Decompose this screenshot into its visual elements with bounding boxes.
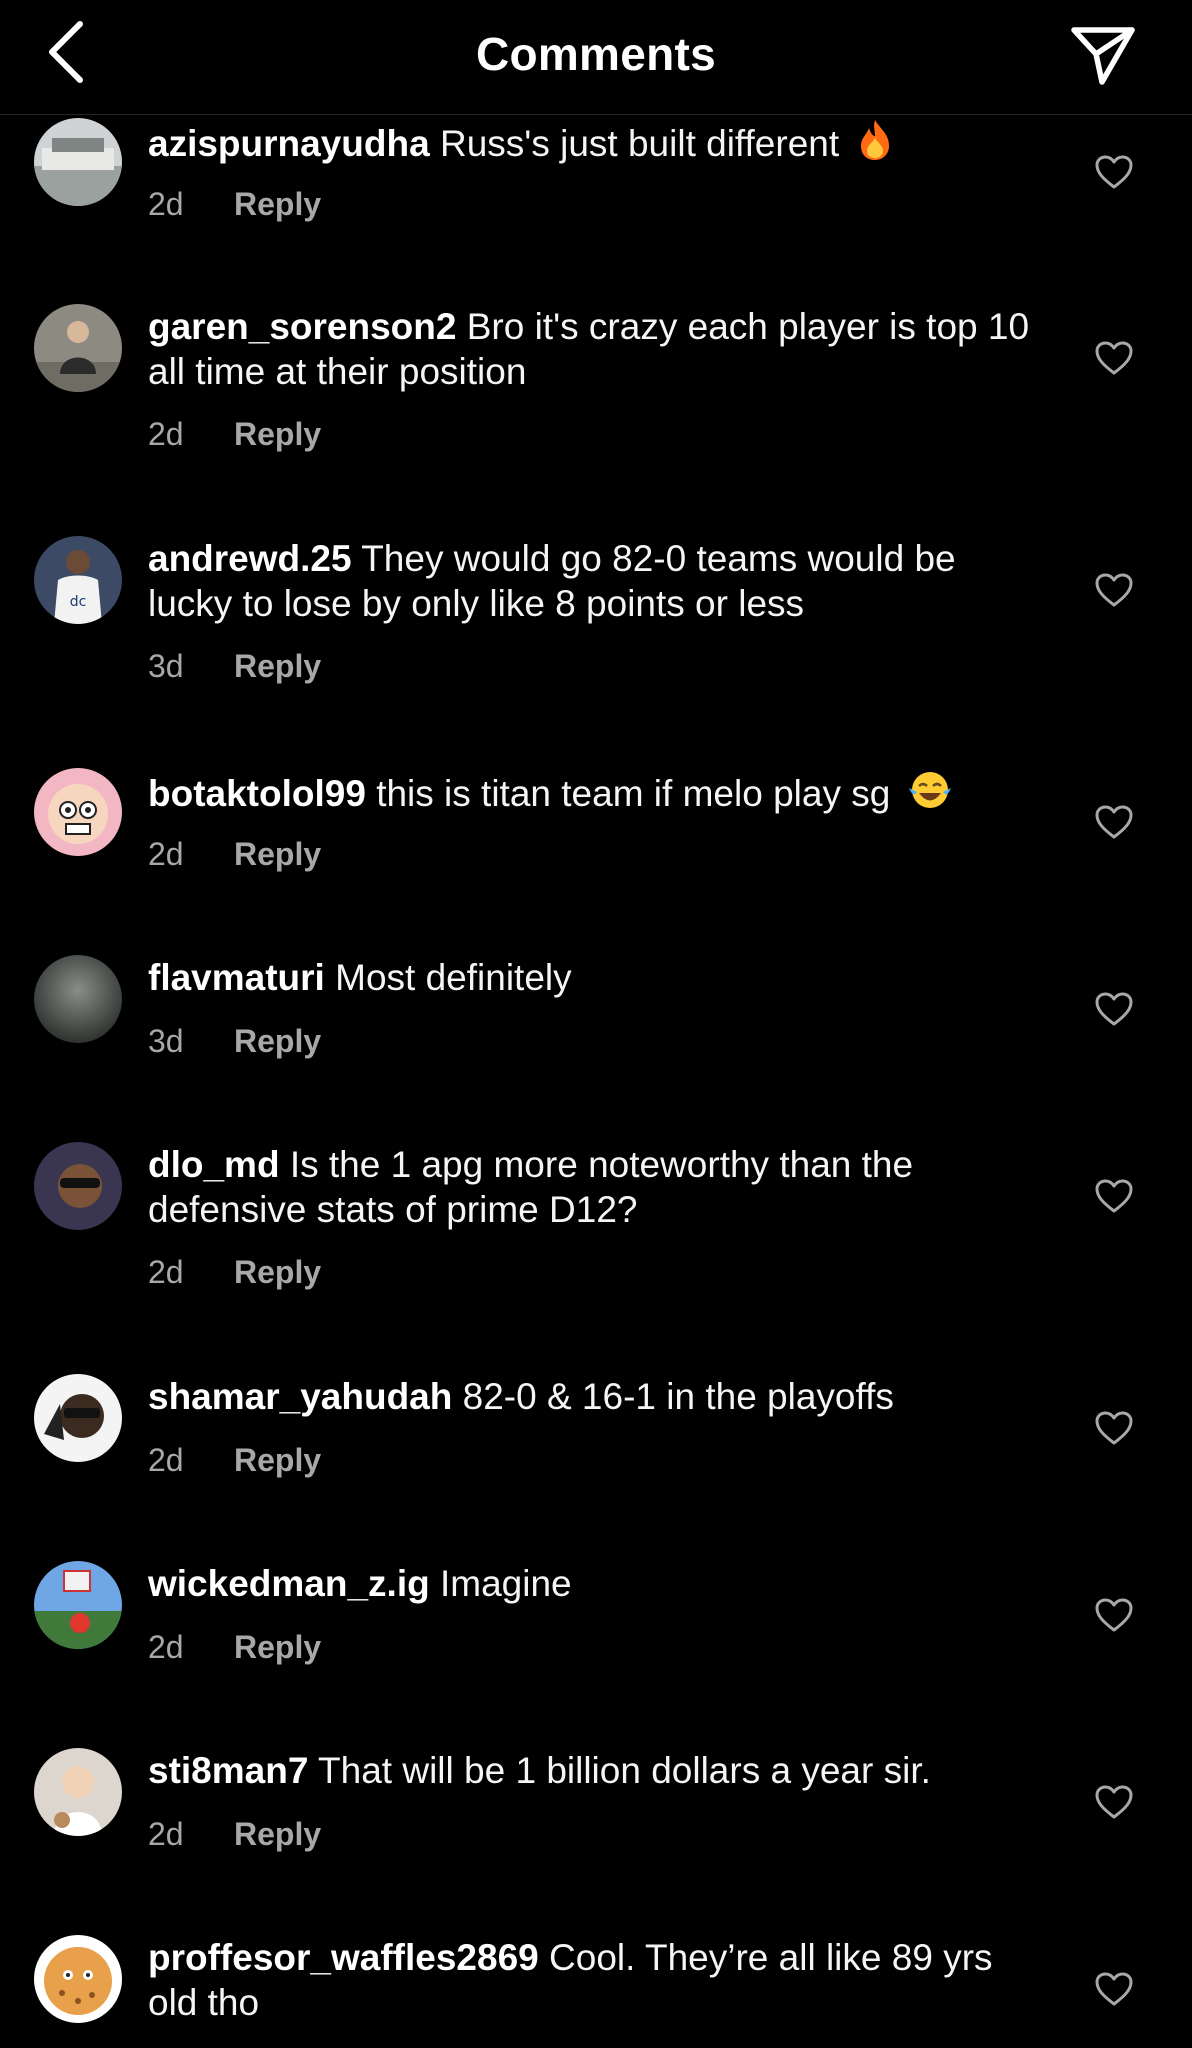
comment-timestamp: 3d xyxy=(148,1023,184,1059)
comment-body: this is titan team if melo play sg xyxy=(376,773,891,814)
comment-meta: 3d Reply xyxy=(148,646,321,686)
paper-plane-icon xyxy=(1071,27,1135,85)
comment-username[interactable]: flavmaturi xyxy=(148,957,325,998)
comment-meta: 2d Reply xyxy=(148,1252,321,1292)
like-button[interactable] xyxy=(1094,1597,1134,1633)
heart-outline-icon xyxy=(1095,155,1133,189)
comment-body: That will be 1 billion dollars a year si… xyxy=(318,1750,931,1791)
avatar[interactable] xyxy=(34,1142,122,1230)
heart-outline-icon xyxy=(1095,992,1133,1026)
comment-username[interactable]: sti8man7 xyxy=(148,1750,308,1791)
comment-username[interactable]: shamar_yahudah xyxy=(148,1376,452,1417)
heart-outline-icon xyxy=(1095,341,1133,375)
comment-meta: 2d Reply xyxy=(148,834,321,874)
comment-username[interactable]: wickedman_z.ig xyxy=(148,1563,430,1604)
fire-emoji-icon xyxy=(855,118,895,172)
reply-button[interactable]: Reply xyxy=(234,836,321,872)
like-button[interactable] xyxy=(1094,1784,1134,1820)
heart-outline-icon xyxy=(1095,573,1133,607)
header: Comments xyxy=(0,0,1192,115)
heart-outline-icon xyxy=(1095,1785,1133,1819)
heart-outline-icon xyxy=(1095,1972,1133,2006)
comment-text: garen_sorenson2 Bro it's crazy each play… xyxy=(148,304,1048,394)
share-button[interactable] xyxy=(1068,20,1138,90)
comment-text: botaktolol99 this is titan team if melo … xyxy=(148,768,1048,822)
like-button[interactable] xyxy=(1094,340,1134,376)
heart-outline-icon xyxy=(1095,805,1133,839)
comment-timestamp: 2d xyxy=(148,186,184,222)
like-button[interactable] xyxy=(1094,572,1134,608)
reply-button[interactable]: Reply xyxy=(234,416,321,452)
comment-timestamp: 2d xyxy=(148,416,184,452)
reply-button[interactable]: Reply xyxy=(234,648,321,684)
comment-text: dlo_md Is the 1 apg more noteworthy than… xyxy=(148,1142,1048,1232)
avatar[interactable] xyxy=(34,768,122,856)
reply-button[interactable]: Reply xyxy=(234,1629,321,1665)
like-button[interactable] xyxy=(1094,991,1134,1027)
avatar[interactable] xyxy=(34,304,122,392)
comment-username[interactable]: proffesor_waffles2869 xyxy=(148,1937,539,1978)
comment-text: shamar_yahudah 82-0 & 16-1 in the playof… xyxy=(148,1374,1048,1419)
comment-meta: 2d Reply xyxy=(148,184,321,224)
comment-body: Most definitely xyxy=(335,957,572,998)
comment-username[interactable]: dlo_md xyxy=(148,1144,280,1185)
comment-timestamp: 2d xyxy=(148,1442,184,1478)
comment-text: sti8man7 That will be 1 billion dollars … xyxy=(148,1748,1048,1793)
comment-text: andrewd.25 They would go 82-0 teams woul… xyxy=(148,536,1048,626)
avatar[interactable] xyxy=(34,1561,122,1649)
reply-button[interactable]: Reply xyxy=(234,1254,321,1290)
reply-button[interactable]: Reply xyxy=(234,1442,321,1478)
like-button[interactable] xyxy=(1094,1971,1134,2007)
avatar[interactable] xyxy=(34,1748,122,1836)
svg-text:dc: dc xyxy=(70,594,87,610)
reply-button[interactable]: Reply xyxy=(234,1023,321,1059)
comment-timestamp: 2d xyxy=(148,1816,184,1852)
comment-text: proffesor_waffles2869 Cool. They’re all … xyxy=(148,1935,1048,2025)
comment-meta: 2d Reply xyxy=(148,1627,321,1667)
tears-of-joy-emoji-icon xyxy=(907,768,953,822)
reply-button[interactable]: Reply xyxy=(234,186,321,222)
comment-username[interactable]: botaktolol99 xyxy=(148,773,366,814)
comment-username[interactable]: garen_sorenson2 xyxy=(148,306,456,347)
comment-timestamp: 2d xyxy=(148,1629,184,1665)
avatar[interactable] xyxy=(34,1374,122,1462)
comment-text: azispurnayudha Russ's just built differe… xyxy=(148,118,1048,172)
comment-meta: 2d Reply xyxy=(148,1814,321,1854)
like-button[interactable] xyxy=(1094,154,1134,190)
comment-body: Imagine xyxy=(440,1563,572,1604)
comment-meta: 3d Reply xyxy=(148,1021,321,1061)
reply-button[interactable]: Reply xyxy=(234,1816,321,1852)
comment-text: flavmaturi Most definitely xyxy=(148,955,1048,1000)
comment-text: wickedman_z.ig Imagine xyxy=(148,1561,1048,1606)
heart-outline-icon xyxy=(1095,1411,1133,1445)
comment-body: 82-0 & 16-1 in the playoffs xyxy=(462,1376,894,1417)
avatar[interactable] xyxy=(34,955,122,1043)
comment-timestamp: 3d xyxy=(148,648,184,684)
comment-timestamp: 2d xyxy=(148,1254,184,1290)
like-button[interactable] xyxy=(1094,1410,1134,1446)
page-title: Comments xyxy=(475,28,717,80)
comment-meta: 2d Reply xyxy=(148,1440,321,1480)
avatar[interactable]: dc xyxy=(34,536,122,624)
like-button[interactable] xyxy=(1094,804,1134,840)
comment-timestamp: 2d xyxy=(148,836,184,872)
avatar[interactable] xyxy=(34,118,122,206)
heart-outline-icon xyxy=(1095,1179,1133,1213)
comment-username[interactable]: azispurnayudha xyxy=(148,123,430,164)
avatar[interactable] xyxy=(34,1935,122,2023)
comment-username[interactable]: andrewd.25 xyxy=(148,538,352,579)
heart-outline-icon xyxy=(1095,1598,1133,1632)
like-button[interactable] xyxy=(1094,1178,1134,1214)
comment-meta: 2d Reply xyxy=(148,414,321,454)
comment-body: Russ's just built different xyxy=(439,123,840,164)
